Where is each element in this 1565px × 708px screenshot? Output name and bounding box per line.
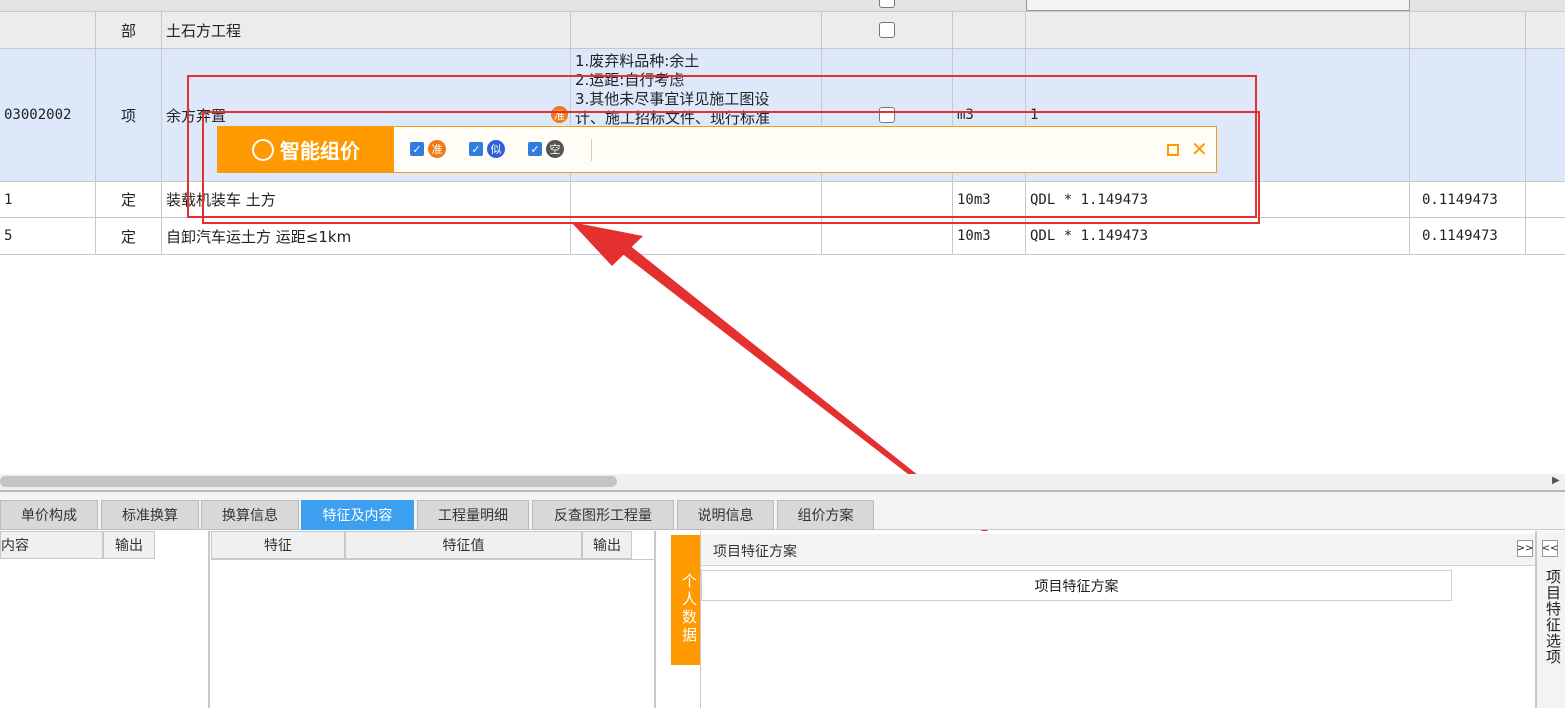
scrollbar-thumb[interactable] bbox=[0, 476, 617, 487]
tab-graphic-quantity[interactable]: 反查图形工程量 bbox=[532, 500, 674, 530]
expand-icon[interactable]: >> bbox=[1517, 540, 1533, 557]
personal-data-tab[interactable]: 个人数据 bbox=[671, 535, 700, 665]
tab-unit-price[interactable]: 单价构成 bbox=[0, 500, 98, 530]
scheme-panel-title: 项目特征方案 bbox=[713, 544, 797, 560]
feature-output-column-header: 输出 bbox=[582, 531, 632, 559]
feature-value-column-header: 特征值 bbox=[345, 531, 582, 559]
scroll-right-arrow-icon[interactable]: ▶ bbox=[1552, 475, 1560, 486]
tab-pricing-scheme[interactable]: 组价方案 bbox=[777, 500, 874, 530]
pane-divider[interactable] bbox=[654, 531, 656, 708]
feature-column-header: 特征 bbox=[211, 531, 345, 559]
content-column-header: 内容 bbox=[0, 531, 103, 559]
scheme-panel-titlebar: 项目特征方案 >> bbox=[701, 534, 1535, 566]
horizontal-scrollbar[interactable]: ▶ bbox=[0, 474, 1565, 490]
collapse-icon[interactable]: << bbox=[1542, 540, 1558, 557]
side-options-label: 项目特征选项 bbox=[1544, 569, 1562, 665]
tab-standard-conversion[interactable]: 标准换算 bbox=[101, 500, 199, 530]
tab-quantity-detail[interactable]: 工程量明细 bbox=[417, 500, 529, 530]
pane-divider[interactable] bbox=[208, 531, 210, 708]
scheme-table-header: 项目特征方案 bbox=[701, 570, 1452, 601]
side-options-panel[interactable]: << 项目特征选项 bbox=[1537, 531, 1565, 708]
tab-description[interactable]: 说明信息 bbox=[677, 500, 774, 530]
content-output-header: 输出 bbox=[103, 531, 155, 559]
tab-conversion-info[interactable]: 换算信息 bbox=[201, 500, 299, 530]
tab-features[interactable]: 特征及内容 bbox=[301, 500, 414, 530]
feature-header-line bbox=[211, 559, 654, 560]
